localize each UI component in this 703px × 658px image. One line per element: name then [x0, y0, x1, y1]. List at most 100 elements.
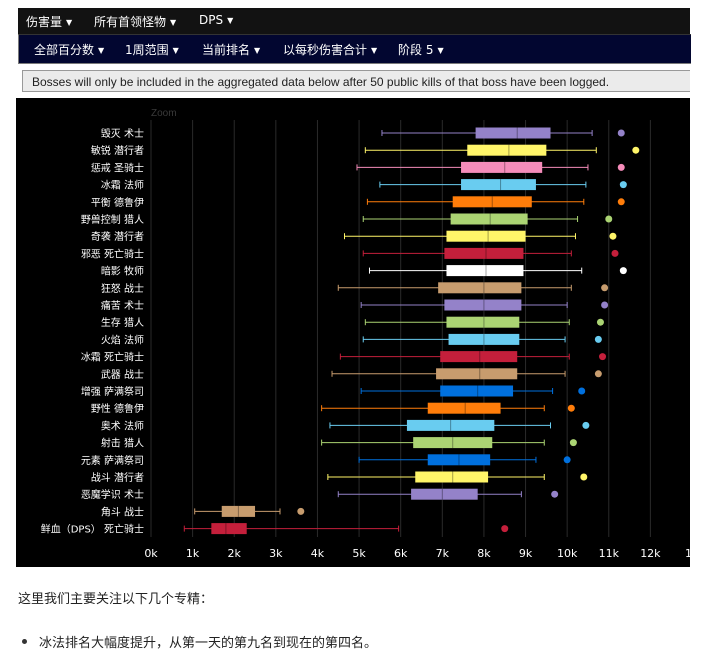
box: [440, 351, 518, 363]
bullet-text: 冰法排名大幅度提升，从第一天的第九名到现在的第四名。: [39, 636, 378, 651]
bullet-list-item: 冰法排名大幅度提升，从第一天的第九名到现在的第四名。: [18, 632, 377, 651]
outlier-point: [297, 507, 305, 515]
body-paragraph: 这里我们主要关注以下几个专精：: [18, 592, 214, 607]
category-label: 毁灭 术士: [101, 127, 144, 140]
outlier-point: [619, 181, 627, 189]
x-tick-label: 5k: [352, 547, 366, 560]
caret-down-icon: ▼: [254, 46, 261, 55]
outlier-point: [567, 404, 575, 412]
caret-down-icon: ▼: [98, 46, 105, 55]
caret-down-icon: ▼: [66, 18, 73, 27]
chart-zoom-label: Zoom: [151, 108, 177, 119]
outlier-point: [611, 249, 619, 257]
caret-down-icon: ▼: [437, 46, 444, 55]
menu-percentile[interactable]: 全部百分数 ▼: [34, 41, 104, 58]
menu-damage-type-label: 伤害量: [26, 15, 63, 29]
box: [461, 161, 543, 173]
box: [475, 127, 551, 139]
outlier-point: [605, 215, 613, 223]
category-label: 武器 战士: [101, 368, 144, 381]
menu-ranking-label: 当前排名: [202, 43, 251, 57]
outlier-point: [501, 525, 509, 533]
box: [446, 316, 520, 328]
x-tick-label: 1k: [186, 547, 200, 560]
outlier-point: [551, 490, 559, 498]
category-label: 鲜血（DPS） 死亡骑士: [41, 523, 144, 536]
menu-time-range-label: 1周范围: [125, 43, 169, 57]
category-label: 野兽控制 猎人: [81, 213, 144, 226]
menu-damage-type[interactable]: 伤害量 ▼: [26, 13, 72, 30]
category-label: 敏锐 潜行者: [91, 144, 144, 157]
outlier-point: [594, 335, 602, 343]
category-label: 元素 萨满祭司: [81, 454, 144, 467]
category-label: 生存 猎人: [101, 316, 144, 329]
menu-boss-filter-label: 所有首领怪物: [94, 15, 167, 29]
chart-container: Zoom 0k 1k 2k 3k 4k 5k 6k 7k 8k 9k 10k 11k 12k 13 毁灭 术…: [16, 98, 699, 567]
x-tick-label: 11k: [599, 547, 620, 560]
category-label: 野性 德鲁伊: [91, 402, 144, 415]
outlier-point: [578, 387, 586, 395]
x-tick-label: 2k: [228, 547, 242, 560]
x-tick-label: 13: [685, 547, 690, 560]
caret-down-icon: ▼: [172, 46, 179, 55]
menu-percentile-label: 全部百分数: [34, 43, 95, 57]
outlier-point: [619, 267, 627, 275]
x-tick-label: 8k: [477, 547, 491, 560]
x-tick-label: 3k: [269, 547, 283, 560]
x-tick-label: 0k: [144, 547, 158, 560]
outlier-point: [632, 146, 640, 154]
outlier-point: [582, 421, 590, 429]
outlier-point: [599, 353, 607, 361]
category-label: 奥术 法师: [101, 419, 144, 432]
category-label: 惩戒 圣骑士: [91, 161, 144, 174]
category-label: 冰霜 法师: [101, 179, 144, 192]
x-tick-label: 10k: [557, 547, 578, 560]
outlier-point: [596, 318, 604, 326]
category-label: 平衡 德鲁伊: [91, 196, 144, 209]
category-label: 冰霜 死亡骑士: [81, 351, 144, 364]
outlier-point: [617, 163, 625, 171]
menu-aggregation[interactable]: 以每秒伤害合计 ▼: [283, 41, 377, 58]
box: [461, 179, 536, 191]
bullet-icon: [22, 639, 27, 644]
box: [446, 230, 526, 242]
box: [440, 385, 514, 397]
box: [211, 523, 247, 535]
menu-aggregation-label: 以每秒伤害合计: [283, 43, 368, 57]
outlier-point: [617, 198, 625, 206]
sub-menu-bar: 全部百分数 ▼ 1周范围 ▼ 当前排名 ▼ 以每秒伤害合计 ▼ 阶段 5 ▼: [18, 34, 691, 64]
menu-boss-filter[interactable]: 所有首领怪物 ▼: [94, 13, 176, 30]
outlier-point: [580, 473, 588, 481]
outlier-point: [601, 301, 609, 309]
outlier-point: [569, 439, 577, 447]
box: [415, 471, 489, 483]
category-label: 邪恶 死亡骑士: [81, 247, 144, 260]
menu-phase[interactable]: 阶段 5 ▼: [398, 41, 444, 58]
x-tick-label: 6k: [394, 547, 408, 560]
box: [436, 368, 518, 380]
category-label: 奇袭 潜行者: [91, 230, 144, 243]
outlier-point: [609, 232, 617, 240]
category-label: 痛苦 术士: [101, 299, 144, 312]
menu-phase-label: 阶段 5: [398, 43, 434, 57]
top-menu-bar: 伤害量 ▼ 所有首领怪物 ▼ DPS ▼: [18, 8, 690, 34]
outlier-point: [594, 370, 602, 378]
category-label: 狂怒 战士: [101, 282, 144, 295]
x-tick-label: 7k: [436, 547, 450, 560]
category-label: 恶魔学识 术士: [81, 488, 144, 501]
box: [438, 282, 522, 294]
x-tick-label: 4k: [311, 547, 325, 560]
menu-metric[interactable]: DPS ▼: [199, 13, 233, 27]
box: [427, 402, 501, 414]
box: [444, 299, 522, 311]
category-label: 增强 萨满祭司: [81, 385, 144, 398]
category-label: 角斗 战士: [101, 505, 144, 518]
outlier-point: [563, 456, 571, 464]
notice-banner: Bosses will only be included in the aggr…: [22, 70, 690, 92]
menu-time-range[interactable]: 1周范围 ▼: [125, 41, 179, 58]
category-label: 射击 猎人: [101, 437, 144, 450]
menu-ranking[interactable]: 当前排名 ▼: [202, 41, 260, 58]
box: [444, 247, 524, 259]
category-label: 火焰 法师: [101, 333, 144, 346]
caret-down-icon: ▼: [170, 18, 177, 27]
